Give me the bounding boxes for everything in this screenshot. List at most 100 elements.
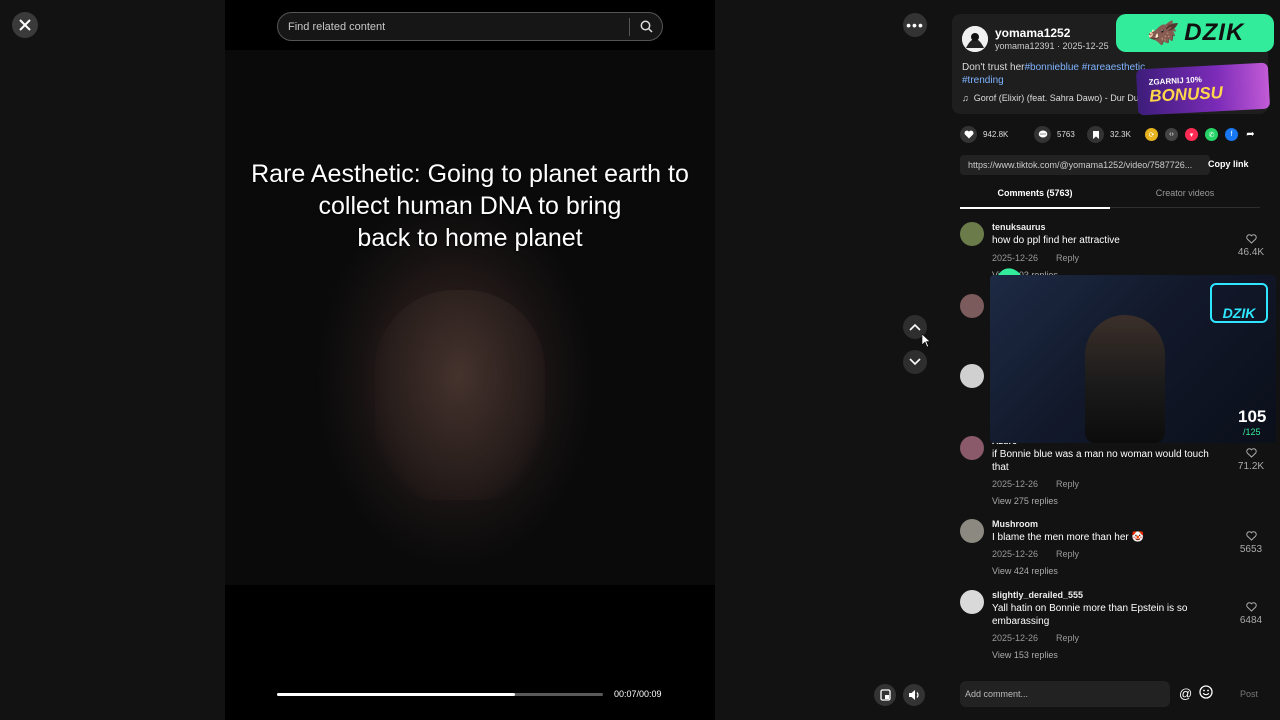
reply-button[interactable]: Reply [1056, 549, 1079, 559]
save-stat[interactable]: 32.3K [1087, 126, 1131, 143]
panel-tabs: Comments (5763) Creator videos [960, 182, 1260, 209]
comment-like-count: 6484 [1239, 615, 1263, 626]
view-replies-link[interactable]: View 424 replies [992, 566, 1058, 576]
music-title: Gorof (Elixir) (feat. Sahra Dawo) - Dur … [973, 93, 1142, 103]
add-comment-box [960, 681, 1170, 707]
reply-button[interactable]: Reply [1056, 633, 1079, 643]
comment-date: 2025-12-26 [992, 253, 1039, 263]
caption-line: Rare Aesthetic: Going to planet earth to [251, 160, 689, 188]
more-options-button[interactable]: ••• [903, 13, 927, 37]
add-comment-input[interactable] [960, 681, 1170, 707]
comment-item: Azure if Bonnie blue was a man no woman … [960, 436, 1264, 506]
share-arrow-icon[interactable]: ➦ [1244, 128, 1257, 141]
reply-button[interactable]: Reply [1056, 479, 1079, 489]
search-input[interactable] [278, 20, 629, 33]
facebook-icon[interactable]: f [1225, 128, 1238, 141]
tab-comments[interactable]: Comments (5763) [960, 188, 1110, 209]
comment-meta: 2025-12-26 Reply [992, 479, 1079, 489]
close-button[interactable] [12, 12, 38, 38]
volume-icon [908, 690, 919, 700]
like-count: 942.8K [983, 130, 1009, 139]
video-frame [225, 50, 715, 585]
emoji-button[interactable] [1199, 685, 1213, 704]
creator-username[interactable]: yomama1252 [995, 26, 1070, 40]
volume-button[interactable] [903, 684, 925, 706]
boar-icon: 🐗 [1145, 19, 1185, 47]
hashtag-link[interactable]: #bonnieblue [1025, 62, 1080, 73]
post-comment-button[interactable]: Post [1240, 689, 1258, 699]
caption-line: back to home planet [357, 224, 583, 252]
comment-like-button[interactable]: 6484 [1236, 602, 1266, 626]
embed-icon[interactable]: ‹› [1165, 128, 1178, 141]
hashtag-link[interactable]: #trending [962, 75, 1004, 86]
comment-stat[interactable]: 5763 [1034, 126, 1075, 143]
comment-username[interactable]: slightly_derailed_555 [992, 590, 1083, 600]
comment-username[interactable]: tenuksaurus [992, 222, 1046, 232]
commenter-avatar[interactable] [960, 590, 984, 614]
engagement-stats: 942.8K 5763 32.3K ⟳ ‹› ▾ ✆ f ➦ [960, 126, 1270, 144]
comment-text: how do ppl find her attractive [992, 235, 1120, 246]
whatsapp-icon[interactable]: ✆ [1205, 128, 1218, 141]
emoji-icon [1199, 685, 1213, 699]
mention-button[interactable]: @ [1179, 686, 1192, 701]
video-link: https://www.tiktok.com/@yomama1252/video… [960, 155, 1210, 175]
repost-icon[interactable]: ⟳ [1145, 128, 1158, 141]
view-replies-link[interactable]: View 275 replies [992, 496, 1058, 506]
copy-link-button[interactable]: Copy link [1208, 159, 1249, 169]
send-icon[interactable]: ▾ [1185, 128, 1198, 141]
commenter-avatar[interactable] [960, 519, 984, 543]
comment-icon [1034, 126, 1051, 143]
tab-creator-videos[interactable]: Creator videos [1110, 188, 1260, 198]
heart-outline-icon [1245, 602, 1257, 612]
progress-bar[interactable] [277, 693, 603, 696]
view-replies-link[interactable]: View 153 replies [992, 650, 1058, 660]
commenter-avatar[interactable] [960, 436, 984, 460]
next-video-button[interactable] [903, 350, 927, 374]
avatar-image [962, 26, 988, 52]
comment-meta: 2025-12-26 Reply [992, 633, 1079, 643]
description-text: Don't trust her [962, 62, 1025, 73]
goal-total: /125 [1243, 427, 1261, 437]
bookmark-icon [1087, 126, 1104, 143]
progress-fill [277, 693, 515, 696]
creator-avatar[interactable] [962, 26, 988, 52]
comment-date: 2025-12-26 [992, 549, 1039, 559]
music-link[interactable]: ♫ Gorof (Elixir) (feat. Sahra Dawo) - Du… [962, 93, 1158, 103]
pip-button[interactable] [874, 684, 896, 706]
comment-like-button[interactable]: 46.4K [1236, 234, 1266, 258]
search-button[interactable] [630, 12, 662, 41]
comment-text: if Bonnie blue was a man no woman would … [992, 449, 1209, 473]
neon-sign: DZIK [1210, 283, 1268, 323]
at-icon: @ [1179, 686, 1193, 701]
chevron-down-icon [909, 358, 921, 366]
like-stat[interactable]: 942.8K [960, 126, 1008, 143]
heart-outline-icon [1245, 234, 1257, 244]
comment-like-button[interactable]: 71.2K [1236, 448, 1266, 472]
heart-icon [960, 126, 977, 143]
commenter-avatar[interactable] [960, 222, 984, 246]
comment-item: slightly_derailed_555 Yall hatin on Bonn… [960, 590, 1262, 660]
search-icon [640, 20, 653, 33]
comment-username[interactable]: Mushroom [992, 519, 1038, 529]
sponsor-logo-text: DZIK [1184, 19, 1245, 46]
comment-count: 5763 [1057, 130, 1075, 139]
commenter-avatar[interactable] [960, 364, 984, 388]
playback-time: 00:07/00:09 [614, 689, 662, 699]
sponsor-logo: 🐗 DZIK [1116, 14, 1274, 52]
webcam-overlay: DZIK 105 /125 [990, 275, 1276, 443]
goal-count: 105 [1238, 407, 1267, 426]
video-player[interactable]: Rare Aesthetic: Going to planet earth to… [225, 0, 715, 720]
streamer-silhouette [1085, 315, 1165, 443]
hashtag-link[interactable]: #rareaesthetic [1082, 62, 1145, 73]
comment-text: Yall hatin on Bonnie more than Epstein i… [992, 603, 1188, 627]
reply-button[interactable]: Reply [1056, 253, 1079, 263]
mouse-cursor-icon [922, 334, 930, 348]
comment-like-button[interactable]: 5653 [1236, 531, 1266, 555]
commenter-avatar[interactable] [960, 294, 984, 318]
comment-like-count: 71.2K [1237, 461, 1265, 472]
comment-text: I blame the men more than her 🤡 [992, 532, 1144, 543]
comment-date: 2025-12-26 [992, 633, 1039, 643]
caption-line: collect human DNA to bring [318, 192, 622, 220]
post-description: Don't trust her#bonnieblue #rareaestheti… [962, 61, 1162, 87]
comment-like-count: 46.4K [1237, 247, 1265, 258]
